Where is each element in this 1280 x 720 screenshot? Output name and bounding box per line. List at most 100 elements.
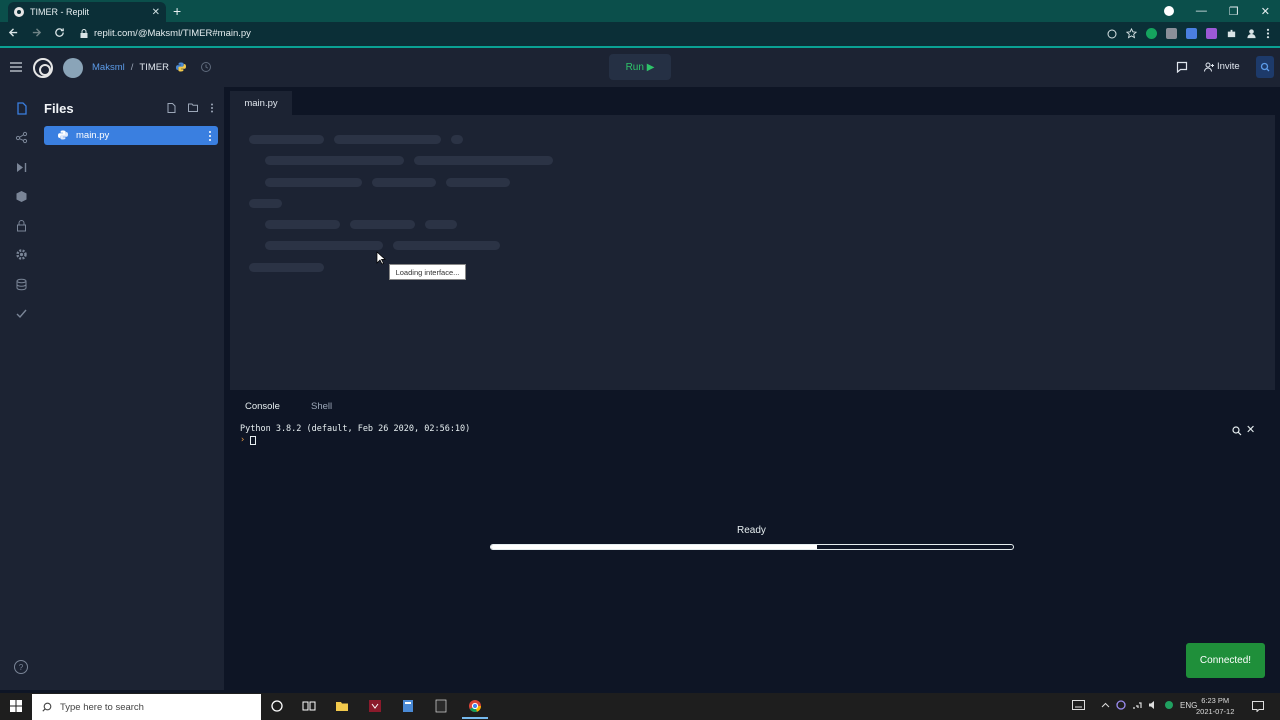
tab-close-icon[interactable]: ✕ <box>152 7 160 18</box>
clock-date: 2021-07-12 <box>1196 707 1235 716</box>
breadcrumb-project[interactable]: TIMER <box>139 62 169 73</box>
clock-time: 6:23 PM <box>1201 696 1230 705</box>
windows-start-icon[interactable] <box>10 700 22 712</box>
breadcrumb-user[interactable]: Maksml <box>92 62 125 73</box>
vpn-icon[interactable] <box>1116 700 1126 710</box>
console-prompt: › <box>240 435 246 445</box>
forward-arrow-icon[interactable] <box>31 27 42 38</box>
app-icon[interactable] <box>368 699 382 713</box>
puzzle-icon[interactable] <box>1226 28 1237 39</box>
reload-icon[interactable] <box>54 27 65 38</box>
lock-icon[interactable] <box>15 219 28 232</box>
replit-favicon-icon <box>14 7 24 17</box>
taskbar-search-placeholder: Type here to search <box>60 701 144 713</box>
database-icon[interactable] <box>15 278 28 291</box>
search-button[interactable] <box>1256 56 1274 78</box>
invite-label: Invite <box>1217 61 1240 72</box>
notifications-icon[interactable] <box>1252 701 1264 712</box>
replit-logo-icon[interactable] <box>33 58 53 78</box>
skeleton-line <box>334 135 441 144</box>
skeleton-line <box>249 135 324 144</box>
skeleton-line <box>393 241 500 250</box>
packages-icon[interactable] <box>15 190 28 203</box>
browser-tab[interactable]: TIMER - Replit ✕ <box>8 2 166 22</box>
code-editor[interactable] <box>230 115 1275 390</box>
extension-icon[interactable] <box>1166 28 1177 39</box>
keyboard-icon[interactable] <box>1072 700 1085 710</box>
avatar[interactable] <box>63 58 83 78</box>
url-field[interactable]: replit.com/@Maksml/TIMER#main.py <box>94 28 251 39</box>
network-icon[interactable] <box>1132 700 1142 710</box>
history-icon[interactable] <box>200 61 212 73</box>
run-button[interactable]: Run ▶ <box>609 54 671 80</box>
chrome-profile-icon[interactable] <box>1163 6 1174 16</box>
editor-tab-main-py[interactable]: main.py <box>230 91 292 115</box>
breadcrumb: Maksml / TIMER <box>92 62 169 73</box>
search-icon <box>1260 62 1270 72</box>
files-icon[interactable] <box>15 102 28 115</box>
browser-tab-strip <box>0 0 1280 22</box>
security-icon[interactable] <box>1164 700 1174 710</box>
extension-icon[interactable] <box>1186 28 1197 39</box>
invite-button[interactable]: Invite <box>1204 61 1240 72</box>
skeleton-line <box>265 220 340 229</box>
chevron-up-icon[interactable] <box>1101 702 1110 708</box>
tab-console[interactable]: Console <box>245 401 280 412</box>
skeleton-line <box>372 178 436 187</box>
file-item-main-py[interactable]: main.py <box>44 126 218 145</box>
skeleton-line <box>350 220 415 229</box>
back-arrow-icon[interactable] <box>8 27 19 38</box>
skeleton-line <box>414 156 553 165</box>
version-control-icon[interactable] <box>15 131 28 144</box>
hamburger-menu-icon[interactable] <box>10 62 22 72</box>
system-tray: ENG <box>1072 700 1197 710</box>
gear-icon[interactable] <box>15 248 28 261</box>
console-caret <box>250 436 256 445</box>
calculator-icon[interactable] <box>401 699 415 713</box>
python-icon <box>176 62 186 72</box>
loading-tooltip: Loading interface... <box>389 264 466 280</box>
new-folder-icon[interactable] <box>188 103 198 112</box>
debugger-icon[interactable] <box>15 161 28 174</box>
chrome-menu-icon[interactable] <box>1266 28 1270 39</box>
extension-icon[interactable] <box>1206 28 1217 39</box>
restore-button[interactable]: ❐ <box>1229 5 1239 18</box>
install-icon[interactable] <box>1107 29 1117 39</box>
chrome-icon[interactable] <box>468 699 482 713</box>
tab-shell[interactable]: Shell <box>311 401 332 412</box>
task-view-icon[interactable] <box>302 699 316 713</box>
taskbar-clock[interactable]: 6:23 PM 2021-07-12 <box>1196 695 1234 717</box>
files-actions <box>167 103 214 113</box>
search-icon[interactable] <box>1232 426 1242 436</box>
new-file-icon[interactable] <box>167 103 176 113</box>
new-tab-button[interactable]: + <box>173 3 181 19</box>
skeleton-line <box>265 156 404 165</box>
connected-toast: Connected! <box>1186 643 1265 678</box>
help-icon[interactable]: ? <box>14 660 28 674</box>
close-window-button[interactable]: ✕ <box>1261 5 1270 18</box>
chat-icon[interactable] <box>1176 61 1188 73</box>
cortana-icon[interactable] <box>270 699 284 713</box>
star-icon[interactable] <box>1126 28 1137 39</box>
address-bar-icons <box>1107 28 1270 39</box>
skeleton-line <box>446 178 510 187</box>
close-icon[interactable]: ✕ <box>1246 423 1255 436</box>
file-menu-icon[interactable] <box>207 130 213 142</box>
files-menu-icon[interactable] <box>210 103 214 113</box>
volume-icon[interactable] <box>1148 700 1158 710</box>
console-output[interactable] <box>230 417 1280 690</box>
skeleton-line <box>265 178 362 187</box>
language-indicator[interactable]: ENG <box>1180 701 1197 710</box>
minimize-button[interactable]: — <box>1196 5 1207 17</box>
profile-icon[interactable] <box>1246 28 1257 39</box>
taskbar-search[interactable]: Type here to search <box>32 694 261 720</box>
check-icon[interactable] <box>15 307 28 320</box>
console-tab-bar <box>230 397 1280 417</box>
mouse-cursor-icon <box>376 251 386 265</box>
python-file-icon <box>58 130 68 140</box>
skeleton-line <box>265 241 383 250</box>
epic-games-icon[interactable] <box>434 699 448 713</box>
file-explorer-icon[interactable] <box>335 699 349 713</box>
python-version-line: Python 3.8.2 (default, Feb 26 2020, 02:5… <box>240 424 471 434</box>
grammarly-extension-icon[interactable] <box>1146 28 1157 39</box>
